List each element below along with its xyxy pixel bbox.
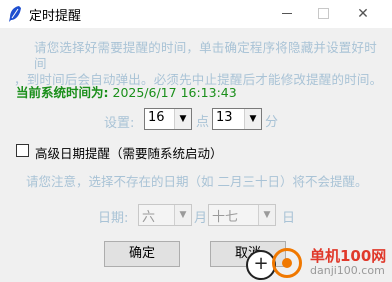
watermark-title: 单机100网 xyxy=(310,247,387,265)
minimize-icon xyxy=(282,13,292,14)
month-unit-label: 月 xyxy=(194,211,208,226)
close-button[interactable]: ✕ xyxy=(346,0,380,28)
chevron-down-icon: ▼ xyxy=(174,205,191,225)
feather-icon xyxy=(9,6,21,22)
date-hint-text: 请您注意，选择不存在的日期（如 二月三十日）将不会提醒。 xyxy=(26,174,368,189)
minimize-button[interactable] xyxy=(270,0,304,28)
watermark-dot xyxy=(282,258,292,268)
title-bar[interactable]: 定时提醒 ✕ xyxy=(0,0,392,28)
hour-value: 16 xyxy=(148,110,165,125)
reminder-window: 定时提醒 ✕ 请您选择好需要提醒的时间，单击确定程序将隐藏并设置好时间 ，到时间… xyxy=(0,0,392,282)
setting-label: 设置: xyxy=(104,116,135,131)
chevron-down-icon: ▼ xyxy=(258,205,275,225)
chevron-down-icon: ▼ xyxy=(244,109,261,129)
hour-unit-label: 点 xyxy=(196,115,210,130)
day-unit-label: 日 xyxy=(282,211,296,226)
close-icon: ✕ xyxy=(357,6,369,22)
minute-select[interactable]: 13 ▼ xyxy=(212,108,262,130)
window-title: 定时提醒 xyxy=(29,9,82,24)
maximize-button[interactable] xyxy=(306,0,340,28)
ok-button[interactable]: 确定 xyxy=(104,241,180,267)
watermark-url: danji100.com xyxy=(310,264,385,277)
minute-unit-label: 分 xyxy=(265,115,279,130)
current-time-value: 2025/6/17 16:13:43 xyxy=(112,85,237,100)
maximize-icon xyxy=(318,8,329,19)
advanced-date-checkbox[interactable] xyxy=(16,144,29,157)
date-label: 日期: xyxy=(98,211,129,226)
month-select[interactable]: 六 ▼ xyxy=(138,204,192,226)
advanced-date-label[interactable]: 高级日期提醒（需要随系统启动） xyxy=(35,143,223,162)
day-select[interactable]: 十七 ▼ xyxy=(208,204,276,226)
minute-value: 13 xyxy=(216,110,233,125)
day-value: 十七 xyxy=(212,210,239,225)
instructions-line-1: 请您选择好需要提醒的时间，单击确定程序将隐藏并设置好时间 xyxy=(34,40,377,71)
current-time-label: 当前系统时间为: xyxy=(16,85,109,100)
hour-select[interactable]: 16 ▼ xyxy=(144,108,192,130)
current-time: 当前系统时间为: 2025/6/17 16:13:43 xyxy=(16,82,237,101)
chevron-down-icon: ▼ xyxy=(174,109,191,129)
month-value: 六 xyxy=(142,210,156,225)
watermark-logo xyxy=(272,248,302,278)
instructions-text: 请您选择好需要提醒的时间，单击确定程序将隐藏并设置好时间 ，到时间后会自动弹出。… xyxy=(14,40,384,88)
